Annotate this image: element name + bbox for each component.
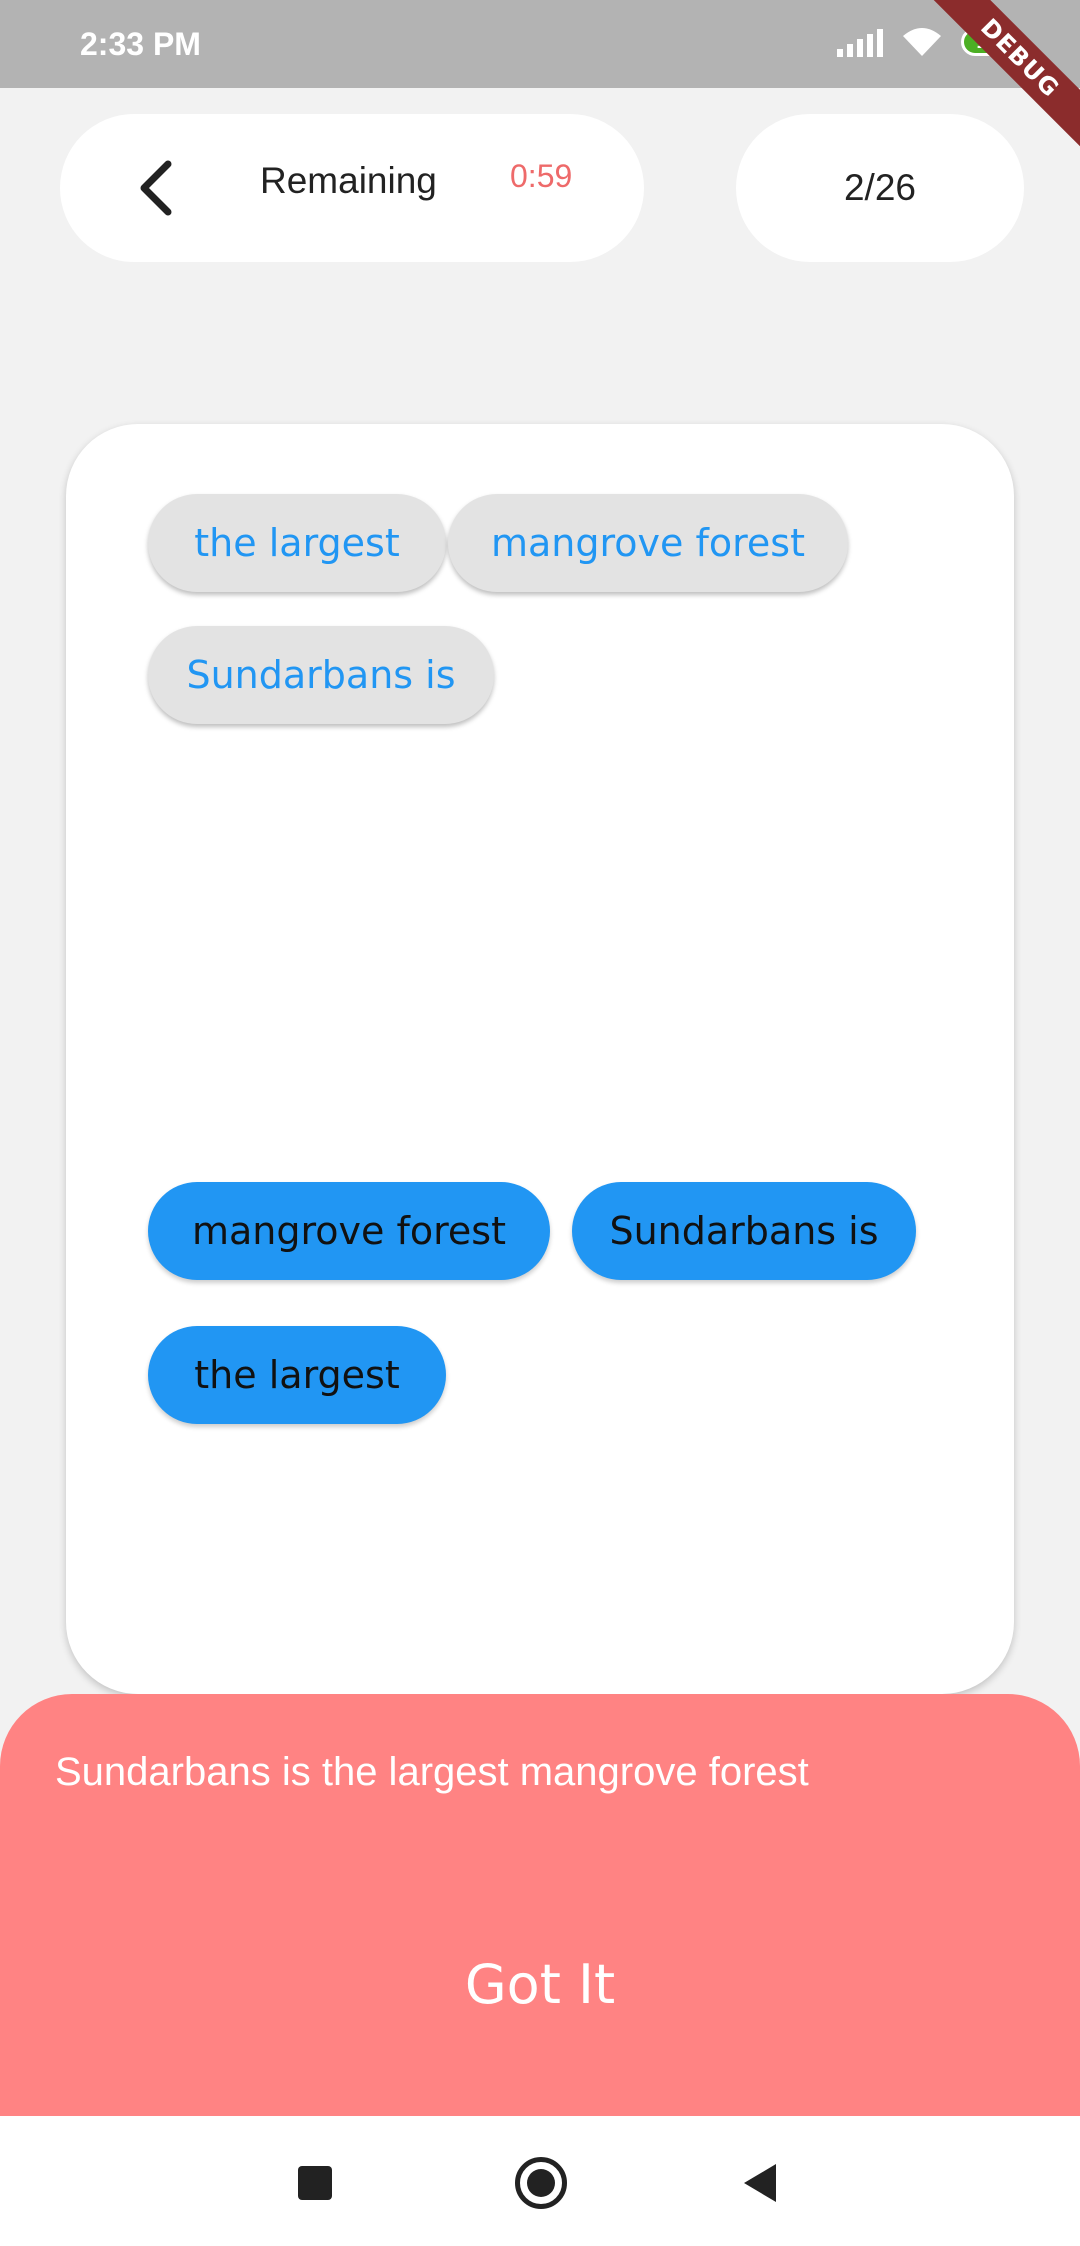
got-it-button[interactable]: Got It: [0, 1924, 1080, 2044]
answer-chip[interactable]: the largest: [148, 1326, 446, 1424]
question-progress: 2/26: [843, 167, 916, 208]
back-icon[interactable]: [744, 2164, 776, 2202]
timer-pill: Remaining 0:59: [60, 114, 644, 262]
status-bar: 2:33 PM 100: [0, 0, 1080, 88]
chevron-left-icon[interactable]: [132, 158, 182, 218]
battery-icon: 100: [961, 28, 1025, 56]
correct-sentence: Sundarbans is the largest mangrove fores…: [55, 1750, 809, 1794]
progress-pill: 2/26: [736, 114, 1024, 262]
option-chip[interactable]: Sundarbans is: [148, 626, 494, 724]
option-chip[interactable]: mangrove forest: [448, 494, 848, 592]
answer-chip[interactable]: Sundarbans is: [572, 1182, 916, 1280]
status-time: 2:33 PM: [80, 26, 201, 62]
remaining-time: 0:59: [510, 158, 573, 194]
answer-panel: Sundarbans is the largest mangrove fores…: [0, 1694, 1080, 2116]
battery-level: 100: [976, 30, 1010, 53]
signal-icon: [837, 27, 883, 57]
home-icon[interactable]: [515, 2157, 567, 2209]
recents-icon[interactable]: [298, 2166, 332, 2200]
status-icons: 100: [837, 26, 1025, 58]
answer-chip[interactable]: mangrove forest: [148, 1182, 550, 1280]
remaining-label: Remaining: [260, 160, 437, 201]
sentence-card: the largest mangrove forest Sundarbans i…: [66, 424, 1014, 1694]
wifi-icon: [901, 26, 943, 58]
navigation-bar: [0, 2116, 1080, 2246]
option-chip[interactable]: the largest: [148, 494, 446, 592]
